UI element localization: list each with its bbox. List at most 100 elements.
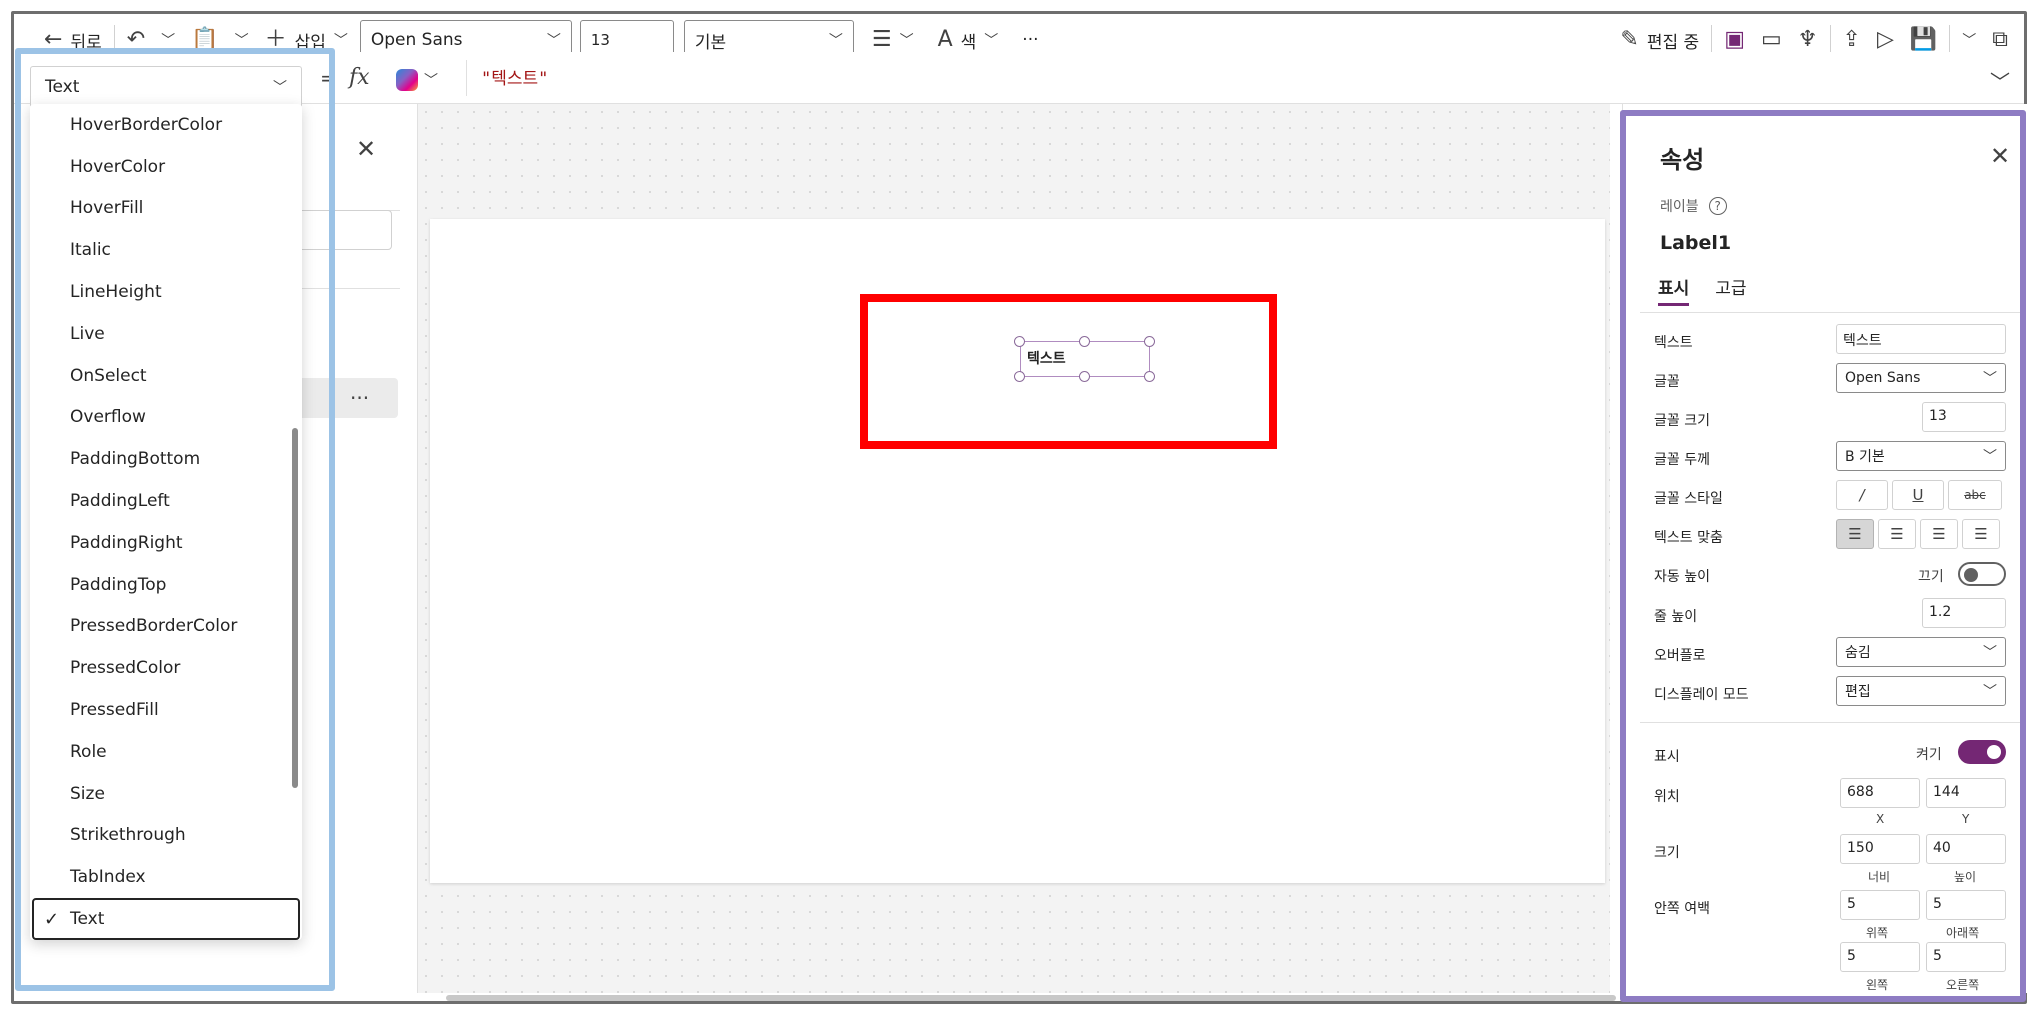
padding-right-input[interactable]: 5 <box>1926 942 2006 972</box>
formula-bar: = fx ﹀ "텍스트" ﹀ <box>14 52 2024 104</box>
property-select-value: Text <box>45 76 80 97</box>
copilot-button[interactable]: ﹀ <box>396 64 456 96</box>
display-mode-property-dropdown[interactable]: 편집 ﹀ <box>1836 676 2006 706</box>
right-caption: 오른쪽 <box>1946 978 1980 992</box>
horizontal-scrollbar[interactable] <box>446 995 1616 1001</box>
insert-label: 삽입 <box>294 32 326 53</box>
property-option[interactable]: PaddingLeft <box>30 480 302 522</box>
font-size-value: 13 <box>590 31 610 49</box>
tab-display[interactable]: 표시 <box>1658 274 1690 306</box>
more-icon: ··· <box>1022 30 1039 50</box>
position-x-input[interactable]: 688 <box>1840 778 1920 808</box>
pencil-icon: ✎ <box>1620 27 1639 52</box>
property-option-selected[interactable]: ✓ Text <box>32 898 300 940</box>
align-left-button[interactable]: ☰ <box>1836 519 1874 549</box>
property-option[interactable]: Live <box>30 313 302 355</box>
padding-left-input[interactable]: 5 <box>1840 942 1920 972</box>
size-height-input[interactable]: 40 <box>1926 834 2006 864</box>
property-option[interactable]: Overflow <box>30 397 302 439</box>
chevron-down-icon: ﹀ <box>1983 684 1997 700</box>
control-name[interactable]: Label1 <box>1660 232 1731 254</box>
overflow-property-dropdown[interactable]: 숨김 ﹀ <box>1836 637 2006 667</box>
size-property-label: 크기 <box>1654 845 1680 861</box>
chevron-down-icon: ﹀ <box>899 33 914 49</box>
property-option[interactable]: HoverBorderColor <box>30 104 302 146</box>
divider <box>1949 25 1951 55</box>
undo-icon: ↶ <box>126 27 146 52</box>
align-justify-button[interactable]: ☰ <box>1962 519 2000 549</box>
help-icon[interactable]: ? <box>1708 197 1727 215</box>
property-option[interactable]: Strikethrough <box>30 815 302 857</box>
height-caption: 높이 <box>1954 870 1977 884</box>
chevron-down-icon: ﹀ <box>161 33 176 49</box>
font-style-property-label: 글꼴 스타일 <box>1654 491 1723 507</box>
divider <box>1640 312 2020 313</box>
share-icon: ⇪ <box>1842 27 1861 52</box>
position-y-input[interactable]: 144 <box>1926 778 2006 808</box>
font-property-dropdown[interactable]: Open Sans ﹀ <box>1836 363 2006 393</box>
top-caption: 위쪽 <box>1866 926 1889 940</box>
font-weight-property-value: B 기본 <box>1845 449 1885 465</box>
display-mode-property-value: 편집 <box>1845 684 1871 700</box>
visible-toggle[interactable] <box>1958 740 2006 764</box>
underline-button[interactable]: U <box>1892 480 1944 510</box>
chevron-down-icon: ﹀ <box>1962 33 1977 49</box>
property-list-scrollbar[interactable] <box>292 428 298 788</box>
more-icon[interactable]: ··· <box>350 386 369 410</box>
padding-top-input[interactable]: 5 <box>1840 890 1920 920</box>
property-option[interactable]: TabIndex <box>30 856 302 898</box>
property-option-label: Text <box>70 909 105 930</box>
line-height-property-input[interactable]: 1.2 <box>1922 598 2006 628</box>
auto-height-toggle[interactable] <box>1958 562 2006 586</box>
formula-input[interactable]: "텍스트" <box>466 60 1996 96</box>
divider <box>1640 722 2020 723</box>
strikethrough-button[interactable]: abc <box>1948 480 2002 510</box>
close-icon[interactable]: ✕ <box>1990 142 2010 170</box>
property-option[interactable]: PressedBorderColor <box>30 606 302 648</box>
property-option[interactable]: PaddingBottom <box>30 438 302 480</box>
font-weight-property-dropdown[interactable]: B 기본 ﹀ <box>1836 441 2006 471</box>
property-option[interactable]: PaddingTop <box>30 564 302 606</box>
property-option[interactable]: Size <box>30 773 302 815</box>
close-icon[interactable]: ✕ <box>356 135 376 163</box>
size-width-input[interactable]: 150 <box>1840 834 1920 864</box>
font-weight-value: 기본 <box>694 32 727 53</box>
align-icon: ☰ <box>871 27 892 52</box>
property-option[interactable]: PressedFill <box>30 689 302 731</box>
plus-icon: ＋ <box>264 27 287 52</box>
property-option[interactable]: Italic <box>30 229 302 271</box>
property-option[interactable]: OnSelect <box>30 355 302 397</box>
align-center-button[interactable]: ☰ <box>1878 519 1916 549</box>
comment-icon: ▭ <box>1760 27 1782 52</box>
chevron-down-icon: ﹀ <box>273 79 287 96</box>
equals-sign: = <box>320 66 337 90</box>
italic-button[interactable]: / <box>1836 480 1888 510</box>
toggle-knob <box>1987 745 2001 759</box>
expand-formula-icon[interactable]: ﹀ <box>1990 66 2010 95</box>
property-option[interactable]: HoverColor <box>30 146 302 188</box>
bottom-caption: 아래쪽 <box>1946 926 1980 940</box>
stethoscope-icon: ♆ <box>1797 27 1818 52</box>
color-label: 색 <box>960 32 977 53</box>
arrow-left-icon: ← <box>44 27 63 52</box>
text-property-input[interactable]: 텍스트 <box>1836 324 2006 354</box>
line-height-property-label: 줄 높이 <box>1654 609 1698 625</box>
property-list: HoverBorderColor HoverColor HoverFill It… <box>30 104 302 940</box>
divider <box>1711 25 1713 55</box>
property-option[interactable]: PressedColor <box>30 647 302 689</box>
property-option[interactable]: Role <box>30 731 302 773</box>
display-mode-property-label: 디스플레이 모드 <box>1654 687 1749 703</box>
property-option[interactable]: PaddingRight <box>30 522 302 564</box>
property-option[interactable]: HoverFill <box>30 188 302 230</box>
padding-bottom-input[interactable]: 5 <box>1926 890 2006 920</box>
overflow-property-value: 숨김 <box>1845 645 1871 661</box>
width-caption: 너비 <box>1868 870 1891 884</box>
property-select[interactable]: Text ﹀ <box>30 66 302 108</box>
property-option[interactable]: LineHeight <box>30 271 302 313</box>
align-right-button[interactable]: ☰ <box>1920 519 1958 549</box>
font-size-property-input[interactable]: 13 <box>1922 402 2006 432</box>
notebook-icon: ▣ <box>1724 27 1745 52</box>
copilot-icon <box>396 69 418 91</box>
control-type: 레이블 ? <box>1660 196 1727 216</box>
tab-advanced[interactable]: 고급 <box>1715 274 1746 306</box>
